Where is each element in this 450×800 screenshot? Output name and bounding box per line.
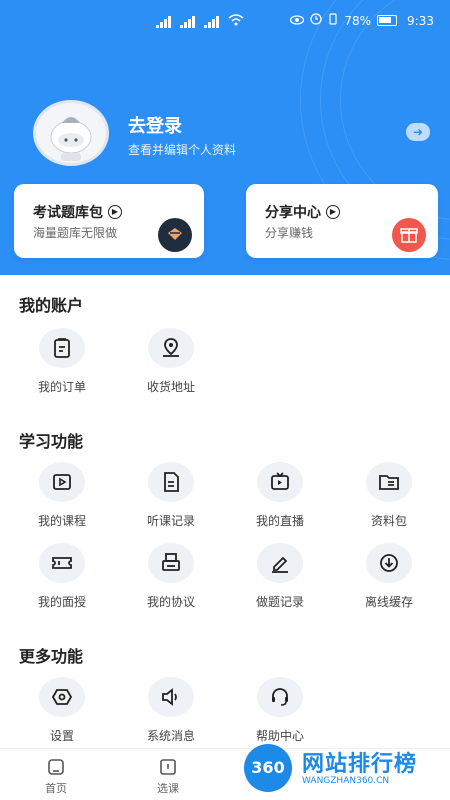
grid-item-settings[interactable]: 设置 [12, 677, 112, 747]
nav-label: 选课 [157, 782, 179, 795]
clock: 9:33 [407, 13, 434, 28]
grid-item-materials[interactable]: 资料包 [339, 462, 439, 532]
grid-item-label: 做题记录 [255, 595, 304, 609]
signal-icon [156, 15, 174, 28]
card-subtitle: 海量题库无限做 [33, 226, 118, 240]
grid-item-live[interactable]: 我的直播 [230, 462, 330, 532]
grid-item-offline[interactable]: 离线缓存 [339, 543, 439, 613]
arrow-right-icon[interactable]: ➜ [406, 123, 430, 141]
chevron-circle-icon: ▶ [326, 205, 340, 219]
gift-icon [392, 218, 426, 252]
grid-item-label: 我的面授 [37, 595, 86, 609]
card-title-row: 分享中心 ▶ [265, 202, 340, 222]
robot-avatar-icon [50, 117, 92, 161]
grid-item-label: 听课记录 [146, 514, 195, 528]
clipboard-icon [39, 328, 85, 368]
battery-icon [377, 15, 398, 26]
location-icon [148, 328, 194, 368]
grid-item-orders[interactable]: 我的订单 [12, 328, 112, 398]
section-title-more: 更多功能 [19, 647, 84, 666]
grid-item-courses[interactable]: 我的课程 [12, 462, 112, 532]
grid-item-label: 我的直播 [255, 514, 304, 528]
ticket-icon [39, 543, 85, 583]
card-title-row: 考试题库包 ▶ [33, 202, 122, 222]
grid-item-agreement[interactable]: 我的协议 [121, 543, 221, 613]
grid-item-label: 离线缓存 [364, 595, 413, 609]
grid-item-inperson[interactable]: 我的面授 [12, 543, 112, 613]
signal-group [156, 14, 244, 29]
pencil-icon [257, 543, 303, 583]
headset-icon [257, 677, 303, 717]
grid-item-practice[interactable]: 做题记录 [230, 543, 330, 613]
status-bar: 78% 9:33 [0, 0, 450, 44]
eye-icon [290, 14, 305, 28]
grid-item-label: 系统消息 [146, 729, 195, 743]
chevron-circle-icon: ▶ [108, 205, 122, 219]
grid-item-label: 资料包 [370, 514, 407, 528]
nav-item-courses[interactable]: 选课 [138, 757, 198, 796]
diamond-icon [158, 218, 192, 252]
card-title: 分享中心 [265, 205, 321, 221]
card-subtitle: 分享赚钱 [265, 226, 314, 240]
video-icon [39, 462, 85, 502]
download-icon [366, 543, 412, 583]
grid-item-label: 我的协议 [146, 595, 195, 609]
printer-icon [148, 543, 194, 583]
watermark-logo: 360 网站排行榜 WANGZHAN360.CN [240, 740, 445, 798]
status-right: 78% 9:33 [290, 13, 434, 28]
grid-item-label: 设置 [49, 729, 74, 743]
watermark-text: 网站排行榜 [302, 752, 418, 777]
vibrate-icon [328, 13, 338, 28]
nav-label: 首页 [45, 782, 67, 795]
live-tv-icon [257, 462, 303, 502]
grid-item-label: 我的课程 [37, 514, 86, 528]
book-icon [158, 757, 178, 777]
login-subtitle[interactable]: 查看并编辑个人资料 [128, 141, 236, 158]
section-title-study: 学习功能 [19, 432, 84, 451]
grid-item-label: 收货地址 [146, 380, 195, 394]
exam-bank-card[interactable]: 考试题库包 ▶ 海量题库无限做 [14, 184, 204, 258]
battery-percent: 78% [344, 13, 372, 28]
signal-icon [180, 15, 198, 28]
watermark-badge: 360 [244, 744, 292, 792]
signal-icon [204, 15, 222, 28]
grid-item-messages[interactable]: 系统消息 [121, 677, 221, 747]
avatar[interactable] [33, 100, 109, 166]
section-title-account: 我的账户 [19, 296, 84, 315]
share-center-card[interactable]: 分享中心 ▶ 分享赚钱 [246, 184, 438, 258]
alarm-icon [310, 13, 323, 28]
grid-item-help[interactable]: 帮助中心 [230, 677, 330, 747]
settings-icon [39, 677, 85, 717]
grid-item-history[interactable]: 听课记录 [121, 462, 221, 532]
home-icon [46, 757, 66, 777]
speaker-icon [148, 677, 194, 717]
folder-icon [366, 462, 412, 502]
wifi-icon [228, 14, 244, 29]
grid-item-address[interactable]: 收货地址 [121, 328, 221, 398]
watermark-subtext: WANGZHAN360.CN [302, 776, 390, 786]
grid-item-label: 我的订单 [37, 380, 86, 394]
login-title[interactable]: 去登录 [128, 112, 182, 138]
card-title: 考试题库包 [33, 205, 103, 221]
document-icon [148, 462, 194, 502]
nav-item-home[interactable]: 首页 [26, 757, 86, 796]
